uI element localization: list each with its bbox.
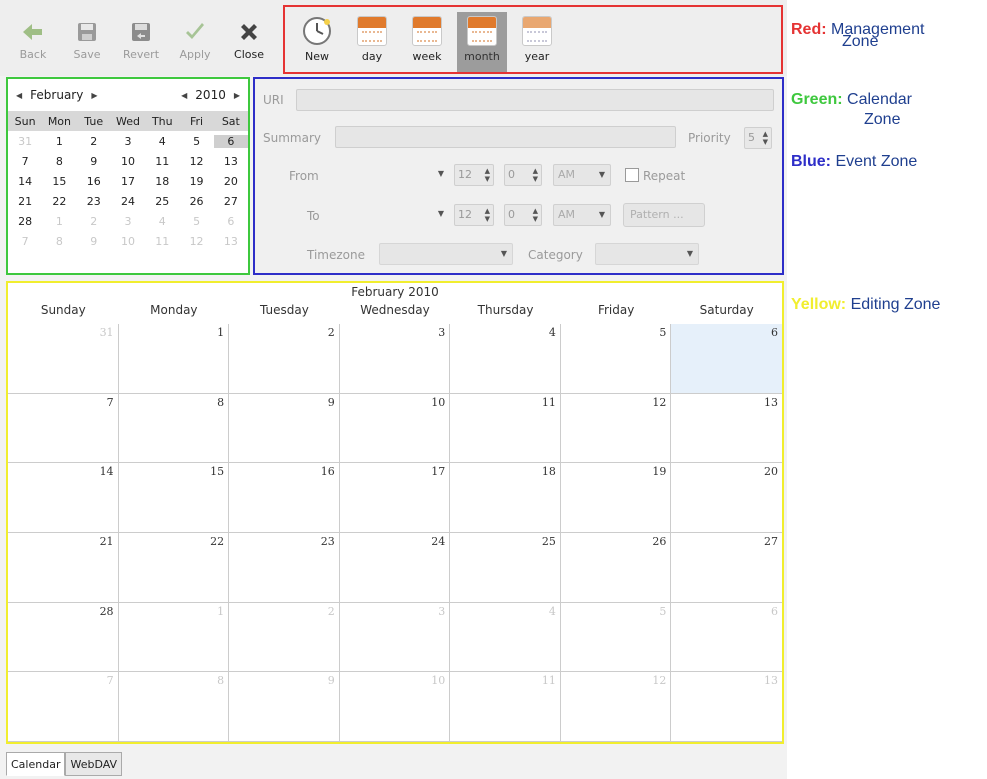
back-arrow-icon — [23, 24, 42, 40]
legend-yellow: Yellow: Editing Zone — [791, 297, 940, 313]
legend-yellow-text: Editing Zone — [850, 296, 941, 313]
management-zone-outline — [283, 5, 783, 74]
apply-label: Apply — [179, 48, 211, 61]
legend-blue: Blue: Event Zone — [791, 154, 917, 170]
legend-red-line2: Zone — [842, 34, 878, 50]
calendar-app: Back Save Revert Apply Close New day wee… — [0, 0, 787, 779]
calendar-zone-outline — [6, 77, 250, 275]
close-label: Close — [234, 48, 264, 61]
revert-label: Revert — [122, 48, 160, 61]
legend-green-text-2: Zone — [864, 111, 901, 128]
tab-webdav[interactable]: WebDAV — [65, 752, 123, 776]
floppy-disk-icon — [78, 23, 96, 41]
back-button[interactable]: Back — [8, 12, 58, 72]
tab-webdav-label: WebDAV — [70, 758, 118, 771]
legend-green: Green: Calendar — [791, 92, 912, 108]
save-button[interactable]: Save — [62, 12, 112, 72]
legend-yellow-key: Yellow: — [791, 296, 847, 313]
legend-green-key: Green: — [791, 91, 843, 108]
close-x-icon — [241, 24, 257, 40]
close-button[interactable]: Close — [224, 12, 274, 72]
legend-green-line2: Zone — [864, 112, 900, 128]
back-label: Back — [19, 48, 47, 61]
checkmark-icon — [186, 23, 204, 39]
legend-blue-key: Blue: — [791, 153, 831, 170]
legend-green-text-1: Calendar — [847, 91, 912, 108]
legend-red-text-2: Zone — [842, 33, 879, 50]
revert-button[interactable]: Revert — [116, 12, 166, 72]
event-zone-outline — [253, 77, 784, 275]
tab-calendar-label: Calendar — [11, 758, 61, 771]
legend-blue-text: Event Zone — [835, 153, 918, 170]
apply-button[interactable]: Apply — [170, 12, 220, 72]
editing-zone-outline — [6, 281, 784, 744]
save-label: Save — [73, 48, 101, 61]
bottom-tab-bar: Calendar WebDAV — [6, 752, 123, 776]
revert-disk-icon — [132, 23, 150, 41]
tab-calendar[interactable]: Calendar — [6, 752, 66, 776]
legend-red-key: Red: — [791, 21, 827, 38]
